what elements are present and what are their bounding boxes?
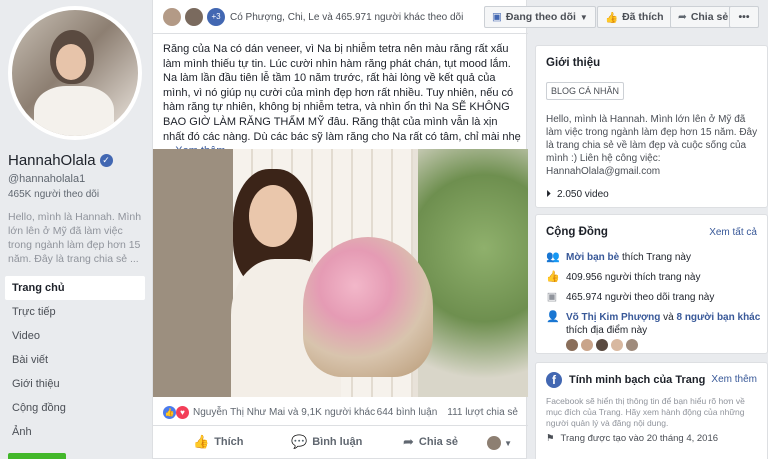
user-avatar [487, 436, 502, 450]
post-actions: 👍 Thích 💬 Bình luận ➦ Chia sẻ ▼ [153, 425, 528, 459]
nav-item-live[interactable]: Trực tiếp [5, 300, 145, 324]
share-label: Chia sẻ [418, 436, 459, 448]
post-body: Răng của Na có dán veneer, vì Na bị nhiễ… [163, 43, 521, 157]
comment-icon: 💬 [291, 434, 308, 449]
community-title: Cộng Đồng [546, 226, 608, 238]
comment-count[interactable]: 644 bình luận [377, 407, 438, 418]
reaction-text: Nguyễn Thị Như Mai và 9,1K người khác [193, 407, 376, 418]
nav-item-video[interactable]: Video [5, 324, 145, 348]
page-created-row: ⚑ Trang được tạo vào 20 tháng 4, 2016 [546, 433, 718, 444]
nav-item-about[interactable]: Giới thiệu [5, 372, 145, 396]
more-options-button[interactable]: ••• [729, 6, 759, 28]
thumbs-up-icon: 👍 [546, 271, 560, 283]
friends-rest-text: thích địa điểm này [566, 325, 648, 336]
follows-count: 465.974 người theo dõi trang này [566, 292, 715, 303]
post-photo[interactable] [153, 149, 528, 397]
friend-link[interactable]: Võ Thị Kim Phượng [566, 312, 660, 323]
nav-item-community[interactable]: Cộng đồng [5, 396, 145, 420]
invite-row: 👥 Mời bạn bè thích Trang này [546, 251, 691, 264]
thumbs-up-icon: 👍 [605, 11, 619, 24]
friend-faces [566, 339, 638, 351]
post-card: +3 Có Phượng, Chi, Le và 465.971 người k… [152, 0, 528, 459]
following-label: Đang theo dõi [505, 11, 576, 23]
like-button[interactable]: 👍 Thích [193, 434, 244, 450]
flag-icon: ⚑ [546, 433, 555, 444]
liked-label: Đã thích [622, 11, 664, 23]
page-nav: Trang chủ Trực tiếp Video Bài viết Giới … [5, 276, 145, 444]
share-button[interactable]: ➦ Chia sẻ [403, 434, 458, 450]
avatar[interactable] [566, 339, 578, 351]
create-page-button[interactable] [8, 453, 66, 459]
profile-picture[interactable] [8, 6, 142, 140]
transparency-card: f Tính minh bạch của Trang Xem thêm Face… [535, 362, 768, 459]
friends-like-row: 👤 Võ Thị Kim Phượng và 8 người bạn khác t… [546, 311, 760, 337]
video-count-row[interactable]: ⏵ 2.050 video [546, 189, 609, 200]
avatar[interactable] [596, 339, 608, 351]
chevron-down-icon: ▼ [504, 438, 512, 448]
rss-icon: ▣ [546, 291, 558, 303]
post-header: +3 Có Phượng, Chi, Le và 465.971 người k… [153, 0, 528, 34]
add-friend-icon: 👥 [546, 251, 560, 263]
facebook-logo-icon: f [546, 372, 562, 388]
intro-title: Giới thiệu [546, 57, 601, 69]
share-count[interactable]: 111 lượt chia sẻ [447, 407, 518, 418]
avatar[interactable] [626, 339, 638, 351]
follows-row: ▣ 465.974 người theo dõi trang này [546, 291, 715, 304]
post-text: Răng của Na có dán veneer, vì Na bị nhiễ… [163, 42, 521, 159]
nav-item-posts[interactable]: Bài viết [5, 348, 145, 372]
following-button[interactable]: ▣ Đang theo dõi ▼ [484, 6, 596, 28]
share-page-button[interactable]: ➦ Chia sẻ [670, 6, 737, 28]
transparency-text: Facebook sẽ hiển thị thông tin để bạn hi… [546, 396, 745, 428]
comment-label: Bình luận [312, 436, 363, 448]
page-handle[interactable]: @hannaholala1 [8, 173, 85, 185]
nav-item-home[interactable]: Trang chủ [5, 276, 145, 300]
liked-button[interactable]: 👍 Đã thích [597, 6, 672, 28]
comment-button[interactable]: 💬 Bình luận [291, 434, 362, 450]
like-label: Thích [214, 436, 244, 448]
friends-conjunction: và [663, 312, 674, 323]
page-bio: Hello, mình là Hannah. Mình lớn lên ở Mỹ… [8, 211, 142, 265]
likes-count: 409.956 người thích trang này [566, 272, 701, 283]
share-page-label: Chia sẻ [690, 11, 729, 23]
see-all-link[interactable]: Xem tất cả [709, 227, 757, 238]
friend-avatar[interactable] [163, 8, 181, 26]
see-more-link[interactable]: Xem thêm [711, 374, 757, 385]
community-card: Cộng Đồng Xem tất cả 👥 Mời bạn bè thích … [535, 214, 768, 354]
verified-badge-icon: ✓ [99, 154, 113, 167]
play-circle-icon: ⏵ [546, 189, 551, 200]
followed-by-text: Có Phượng, Chi, Le và 465.971 người khác… [230, 12, 464, 23]
page-name[interactable]: HannahOlala [8, 152, 96, 169]
more-friends-badge[interactable]: +3 [207, 8, 225, 26]
page-name-row: HannahOlala ✓ [8, 152, 113, 169]
share-arrow-icon: ➦ [403, 434, 414, 449]
thumbs-up-icon: 👍 [193, 434, 210, 449]
friend-avatar[interactable] [185, 8, 203, 26]
person-icon: 👤 [546, 311, 560, 323]
intro-text: Hello, mình là Hannah. Mình lớn lên ở Mỹ… [546, 114, 758, 177]
engagement-counts: 644 bình luận 111 lượt chia sẻ [377, 407, 518, 418]
intro-card: Giới thiệu BLOG CÁ NHÂN Hello, mình là H… [535, 45, 768, 208]
left-sidebar: HannahOlala ✓ @hannaholala1 465K người t… [0, 0, 150, 459]
nav-item-photos[interactable]: Ảnh [5, 420, 145, 444]
other-friends-link[interactable]: 8 người bạn khác [676, 312, 760, 323]
video-count: 2.050 video [557, 189, 609, 200]
invite-rest-text: thích Trang này [622, 252, 691, 263]
likes-row: 👍 409.956 người thích trang này [546, 271, 700, 284]
post-as-selector[interactable]: ▼ [487, 436, 512, 450]
invite-friends-link[interactable]: Mời bạn bè [566, 252, 619, 263]
follower-count: 465K người theo dõi [8, 189, 100, 200]
rss-icon: ▣ [492, 11, 502, 23]
avatar[interactable] [611, 339, 623, 351]
share-arrow-icon: ➦ [678, 11, 687, 23]
love-reaction-icon: ♥ [176, 406, 189, 419]
category-tag[interactable]: BLOG CÁ NHÂN [546, 82, 625, 100]
reaction-summary[interactable]: 👍 ♥ Nguyễn Thị Như Mai và 9,1K người khá… [163, 406, 375, 419]
avatar[interactable] [581, 339, 593, 351]
page-created-date: Trang được tạo vào 20 tháng 4, 2016 [560, 433, 719, 444]
transparency-title: Tính minh bạch của Trang [569, 374, 706, 386]
like-reaction-icon: 👍 [163, 406, 176, 419]
chevron-down-icon: ▼ [579, 12, 588, 22]
